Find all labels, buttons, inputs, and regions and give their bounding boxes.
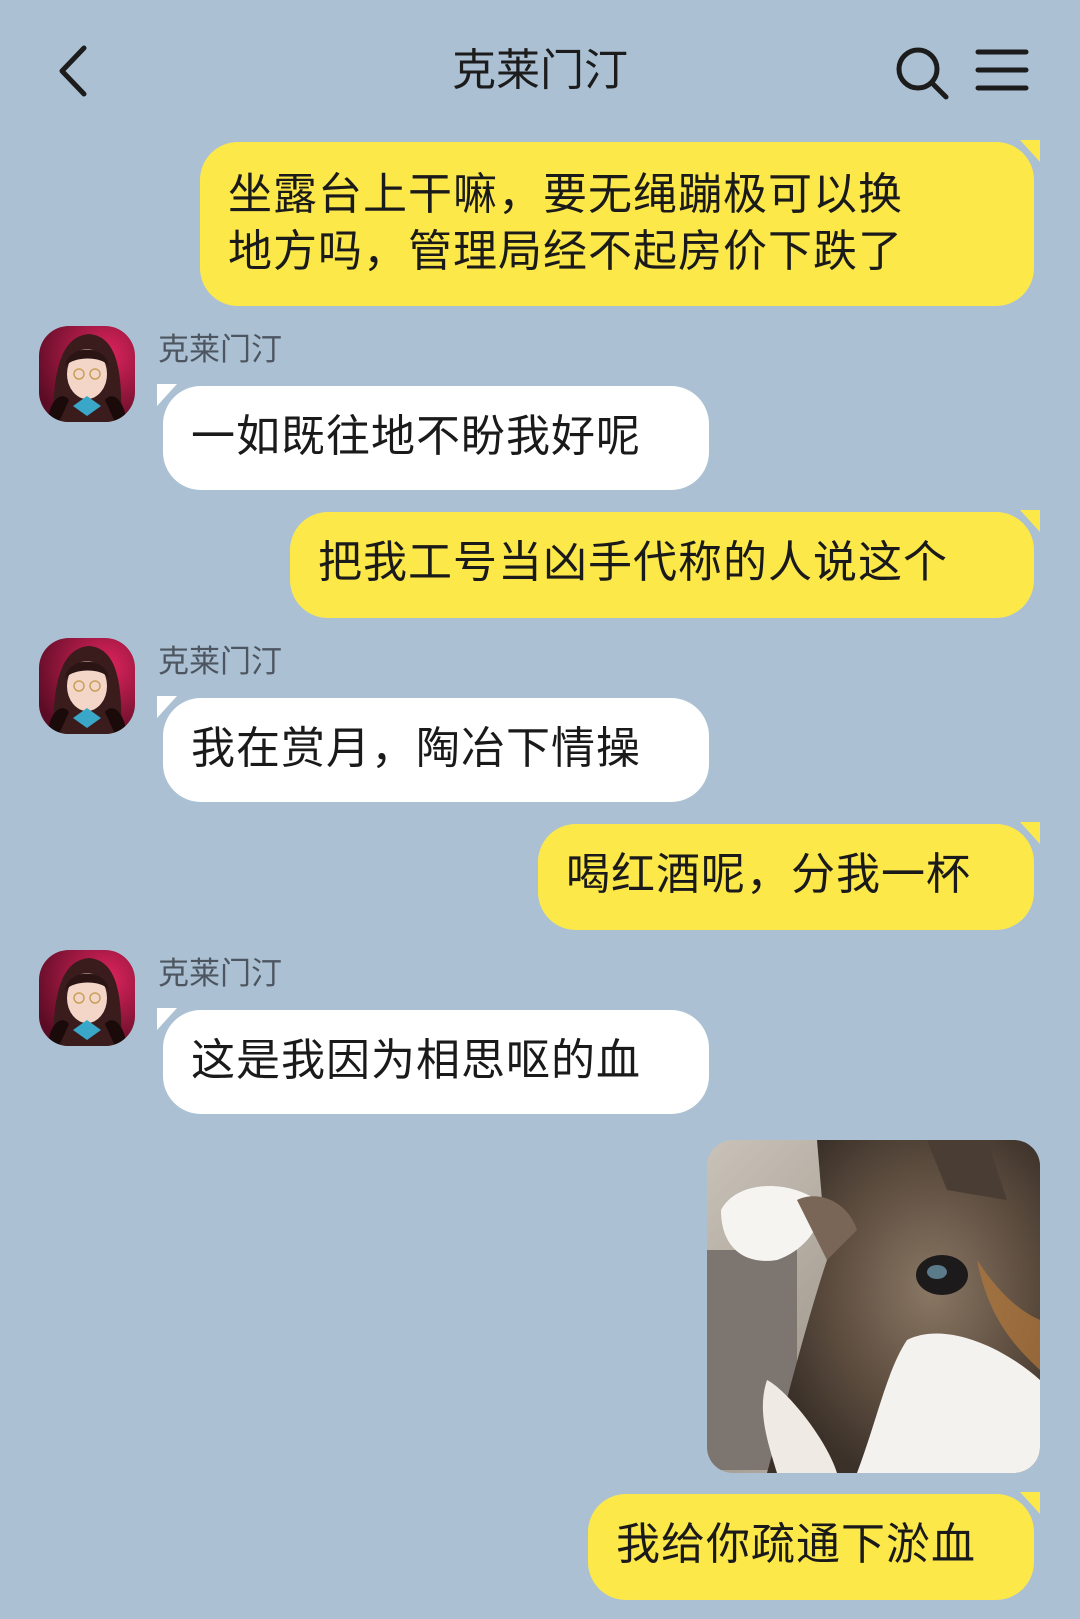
- menu-button[interactable]: [972, 40, 1038, 106]
- message-bubble-sent[interactable]: 把我工号当凶手代称的人说这个: [290, 510, 1040, 618]
- message-text: 喝红酒呢，分我一杯: [566, 849, 971, 900]
- search-icon: [896, 47, 949, 100]
- avatar-image: [39, 950, 135, 1046]
- avatar[interactable]: [39, 638, 135, 734]
- search-button[interactable]: [890, 40, 956, 106]
- message-text: 我在赏月，陶冶下情操: [191, 723, 641, 774]
- message-bubble-received[interactable]: 一如既往地不盼我好呢: [157, 384, 709, 490]
- avatar[interactable]: [39, 326, 135, 422]
- cat-photo-image: [707, 1140, 1040, 1473]
- message-text-line: 地方吗，管理局经不起房价下跌了: [228, 226, 903, 277]
- sender-name: 克莱门汀: [158, 332, 282, 368]
- message-bubble-sent[interactable]: 我给你疏通下淤血: [588, 1492, 1040, 1600]
- avatar[interactable]: [39, 950, 135, 1046]
- hamburger-menu-icon: [975, 49, 1029, 91]
- avatar-image: [39, 638, 135, 734]
- message-text-line: 坐露台上干嘛，要无绳蹦极可以换: [228, 169, 903, 220]
- sender-name: 克莱门汀: [158, 644, 282, 680]
- message-text: 把我工号当凶手代称的人说这个: [318, 537, 948, 588]
- message-bubble-sent[interactable]: 坐露台上干嘛，要无绳蹦极可以换 地方吗，管理局经不起房价下跌了: [200, 140, 1040, 306]
- chat-header: 克莱门汀: [0, 0, 1080, 140]
- message-text: 我给你疏通下淤血: [616, 1519, 976, 1570]
- avatar-image: [39, 326, 135, 422]
- message-text: 这是我因为相思呕的血: [191, 1035, 641, 1086]
- message-bubble-received[interactable]: 这是我因为相思呕的血: [157, 1008, 709, 1114]
- message-text: 一如既往地不盼我好呢: [191, 411, 641, 462]
- message-bubble-sent[interactable]: 喝红酒呢，分我一杯: [538, 822, 1040, 930]
- sender-name: 克莱门汀: [158, 956, 282, 992]
- message-bubble-received[interactable]: 我在赏月，陶冶下情操: [157, 696, 709, 802]
- image-message-cat-photo[interactable]: [707, 1140, 1040, 1473]
